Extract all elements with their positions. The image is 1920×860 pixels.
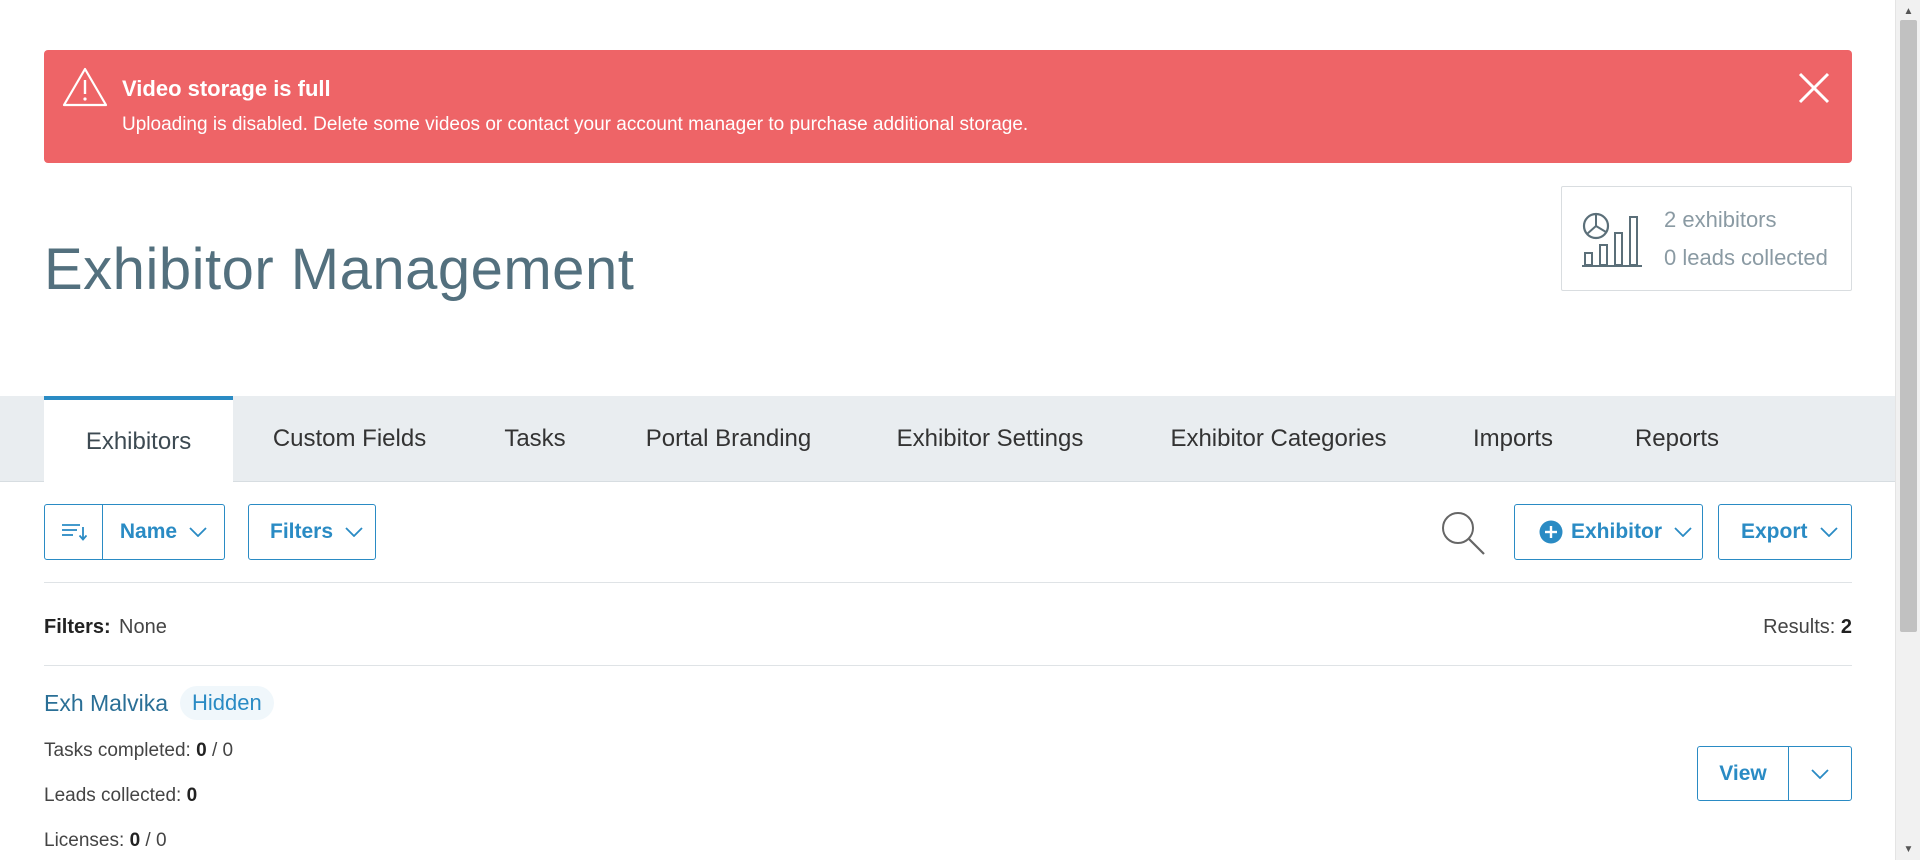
add-exhibitor-label: Exhibitor xyxy=(1571,520,1663,543)
list-item: Exh Malvika Hidden Tasks completed: 0 / … xyxy=(44,686,1852,860)
page-title: Exhibitor Management xyxy=(44,237,635,302)
sort-control: Name xyxy=(44,504,225,560)
exhibitor-count: 2 exhibitors xyxy=(1664,207,1777,232)
storage-alert: Video storage is full Uploading is disab… xyxy=(44,50,1852,163)
tab-bar: Exhibitors Custom Fields Tasks Portal Br… xyxy=(0,396,1895,483)
chevron-down-icon xyxy=(189,527,207,537)
chevron-down-icon xyxy=(1674,527,1692,537)
export-dropdown-button[interactable]: Export xyxy=(1718,504,1852,560)
tasks-done: 0 xyxy=(196,740,207,761)
chevron-down-icon xyxy=(1811,768,1829,779)
tab-exhibitors[interactable]: Exhibitors xyxy=(44,396,233,483)
sort-field-label: Name xyxy=(119,520,178,543)
export-button-label: Export xyxy=(1741,520,1808,543)
tasks-total: / 0 xyxy=(211,740,234,761)
results-label: Results: xyxy=(1763,616,1836,638)
view-action-group: View xyxy=(1697,746,1852,801)
stats-summary: 2 exhibitors 0 leads collected xyxy=(1561,186,1852,291)
licenses-label: Licenses: xyxy=(44,830,125,851)
toolbar-divider xyxy=(44,582,1852,583)
sort-field-dropdown[interactable]: Name xyxy=(103,505,224,559)
leads-value: 0 xyxy=(186,785,198,806)
scrollbar-thumb[interactable] xyxy=(1900,20,1917,632)
tab-portal-branding[interactable]: Portal Branding xyxy=(604,396,853,482)
alert-title: Video storage is full xyxy=(122,76,331,101)
chevron-down-icon xyxy=(345,527,363,537)
sort-direction-button[interactable] xyxy=(45,505,103,559)
results-count: Results: 2 xyxy=(1763,616,1852,639)
results-number: 2 xyxy=(1840,616,1852,638)
licenses-total: / 0 xyxy=(145,830,167,851)
alert-message: Uploading is disabled. Delete some video… xyxy=(122,114,1029,135)
active-filters-row: Filters: None Results: 2 xyxy=(44,616,1852,642)
filters-divider xyxy=(44,665,1852,666)
filters-value: None xyxy=(119,616,167,638)
leads-count: 0 leads collected xyxy=(1664,245,1828,270)
close-icon[interactable] xyxy=(1794,68,1834,108)
page: Video storage is full Uploading is disab… xyxy=(0,0,1895,860)
scroll-down-arrow-icon[interactable]: ▼ xyxy=(1896,840,1920,858)
status-badge: Hidden xyxy=(180,686,274,720)
tab-tasks[interactable]: Tasks xyxy=(466,396,604,482)
scroll-up-arrow-icon[interactable]: ▲ xyxy=(1896,2,1920,20)
filters-dropdown-button[interactable]: Filters xyxy=(248,504,376,560)
chevron-down-icon xyxy=(1819,527,1838,537)
filters-label: Filters: xyxy=(44,616,111,638)
sort-icon xyxy=(61,524,87,541)
leads-collected: Leads collected: 0 xyxy=(44,785,197,807)
add-exhibitor-button[interactable]: Exhibitor xyxy=(1514,504,1703,560)
toolbar: Name Filters Exhibitor Export xyxy=(44,504,1852,560)
leads-label: Leads collected: xyxy=(44,785,182,806)
licenses: Licenses: 0 / 0 xyxy=(44,830,167,852)
plus-circle-icon xyxy=(1539,520,1563,544)
licenses-used: 0 xyxy=(129,830,141,851)
tab-custom-fields[interactable]: Custom Fields xyxy=(233,396,466,482)
search-icon[interactable] xyxy=(1438,508,1488,558)
tasks-label: Tasks completed: xyxy=(44,740,191,761)
tab-exhibitor-settings[interactable]: Exhibitor Settings xyxy=(853,396,1127,482)
chart-icon xyxy=(1582,212,1642,267)
filters-button-label: Filters xyxy=(270,520,334,543)
tab-exhibitor-categories[interactable]: Exhibitor Categories xyxy=(1127,396,1430,482)
tab-imports[interactable]: Imports xyxy=(1430,396,1596,482)
vertical-scrollbar[interactable]: ▲ ▼ xyxy=(1895,0,1920,860)
tasks-completed: Tasks completed: 0 / 0 xyxy=(44,740,233,762)
tab-reports[interactable]: Reports xyxy=(1596,396,1758,482)
exhibitor-name-link[interactable]: Exh Malvika xyxy=(44,690,168,717)
view-button[interactable]: View xyxy=(1698,747,1789,800)
warning-triangle-icon xyxy=(62,67,108,107)
view-options-dropdown[interactable] xyxy=(1789,747,1851,800)
